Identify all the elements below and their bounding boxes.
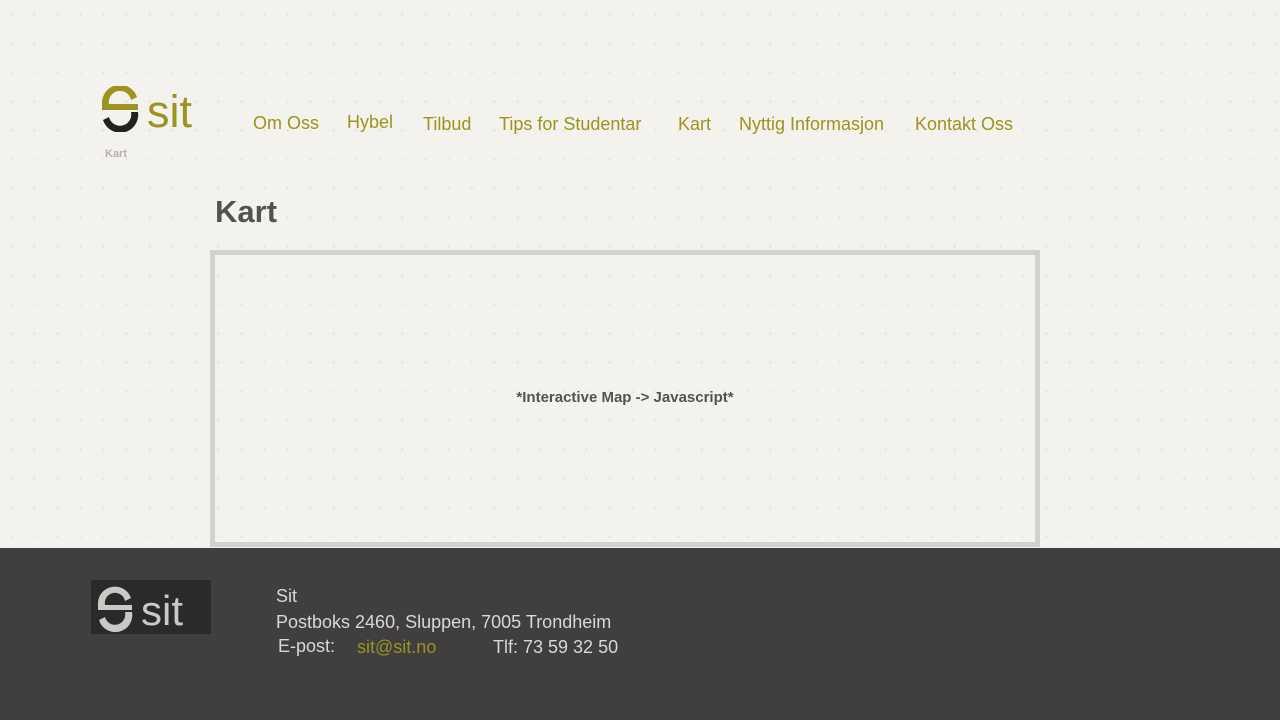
map-placeholder-text: *Interactive Map -> Javascript* bbox=[516, 389, 734, 406]
nav-tips-for-studentar[interactable]: Tips for Studentar bbox=[499, 113, 641, 135]
footer-address: Postboks 2460, Sluppen, 7005 Trondheim bbox=[276, 612, 612, 632]
nav-hybel[interactable]: Hybel bbox=[347, 111, 393, 133]
svg-text:sit: sit bbox=[147, 86, 192, 132]
footer-email-link[interactable]: sit@sit.no bbox=[357, 636, 436, 658]
footer-sit-logo: sit bbox=[91, 580, 211, 634]
nav-tilbud[interactable]: Tilbud bbox=[423, 113, 471, 135]
breadcrumb: Kart bbox=[105, 148, 128, 160]
footer-email-label: E-post: bbox=[278, 636, 336, 656]
nav-kontakt-oss[interactable]: Kontakt Oss bbox=[915, 113, 1013, 135]
nav-nyttig-informasjon[interactable]: Nyttig Informasjon bbox=[739, 113, 884, 135]
footer-org-name: Sit bbox=[276, 586, 298, 606]
interactive-map[interactable]: *Interactive Map -> Javascript* bbox=[210, 250, 1040, 547]
footer-logo-icon: sit bbox=[97, 586, 183, 634]
sit-logo-icon: sit bbox=[101, 86, 192, 132]
nav-om-oss[interactable]: Om Oss bbox=[253, 112, 319, 134]
sit-logo[interactable]: sit bbox=[100, 86, 204, 132]
svg-text:sit: sit bbox=[141, 587, 183, 634]
nav-kart[interactable]: Kart bbox=[678, 113, 711, 135]
footer-phone: Tlf: 73 59 32 50 bbox=[493, 637, 619, 657]
footer: sit Sit Postboks 2460, Sluppen, 7005 Tro… bbox=[0, 548, 1280, 720]
page-title: Kart bbox=[215, 194, 278, 229]
